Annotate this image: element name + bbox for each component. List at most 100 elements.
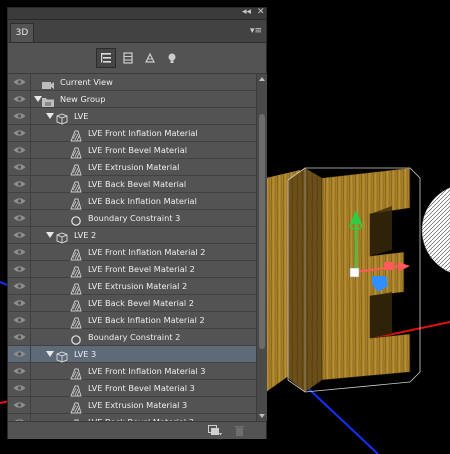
3d-panel: ◂◂ ✕ 3D ▾≡ Current View New Group LVE LV… [7, 7, 267, 439]
layer-row[interactable]: LVE 2 [8, 227, 256, 244]
visibility-eye-icon[interactable] [8, 312, 31, 328]
layer-row[interactable]: LVE 3 [8, 346, 256, 363]
panel-footer [8, 421, 266, 439]
layer-row[interactable]: LVE Extrusion Material [8, 159, 256, 176]
visibility-eye-icon[interactable] [8, 380, 31, 396]
constraint-icon [70, 331, 82, 345]
layer-row[interactable]: LVE Back Inflation Material [8, 193, 256, 210]
layer-label: LVE Extrusion Material 3 [88, 400, 188, 410]
layer-label: Boundary Constraint 2 [88, 332, 181, 342]
material-filter-button[interactable] [140, 48, 160, 68]
tab-3d[interactable]: 3D [10, 23, 34, 42]
material-icon [70, 280, 82, 295]
visibility-eye-icon[interactable] [8, 329, 31, 345]
layer-row[interactable]: LVE Front Bevel Material 3 [8, 380, 256, 397]
mesh-filter-button[interactable] [118, 48, 138, 68]
layer-row[interactable]: LVE Back Bevel Material 3 [8, 414, 256, 421]
layer-row[interactable]: LVE Back Bevel Material [8, 176, 256, 193]
layer-label: LVE Back Inflation Material 2 [88, 315, 205, 325]
visibility-eye-icon[interactable] [8, 142, 31, 158]
panel-menu-button[interactable]: ▾≡ [250, 26, 262, 36]
visibility-eye-icon[interactable] [8, 414, 31, 421]
light-filter-button[interactable] [162, 48, 182, 68]
visibility-eye-icon[interactable] [8, 278, 31, 294]
layer-list-scrollbar[interactable] [256, 74, 267, 421]
visibility-eye-icon[interactable] [8, 91, 31, 107]
layer-label: LVE Front Inflation Material 3 [88, 366, 206, 376]
layer-row[interactable]: New Group [8, 91, 256, 108]
material-icon [70, 297, 82, 312]
visibility-eye-icon[interactable] [8, 227, 31, 243]
mesh-icon [56, 348, 68, 363]
visibility-eye-icon[interactable] [8, 261, 31, 277]
delete-icon[interactable] [234, 425, 245, 436]
scene-filter-icon [101, 53, 111, 63]
layer-label: Current View [60, 77, 113, 87]
layer-label: LVE 2 [74, 230, 97, 240]
layer-label: LVE 3 [74, 349, 97, 359]
layer-label: Boundary Constraint 3 [88, 213, 181, 223]
close-panel-button[interactable]: ✕ [257, 7, 265, 18]
layer-row[interactable]: LVE Extrusion Material 3 [8, 397, 256, 414]
layer-row[interactable]: Current View [8, 74, 256, 91]
filter-toolbar [8, 43, 266, 74]
layer-row[interactable]: LVE Back Inflation Material 2 [8, 312, 256, 329]
layer-label: New Group [60, 94, 106, 104]
panel-titlebar: ◂◂ ✕ [8, 7, 266, 20]
visibility-eye-icon[interactable] [8, 159, 31, 175]
material-icon [70, 161, 82, 176]
mesh-icon [56, 110, 68, 125]
layer-label: LVE Front Bevel Material 2 [88, 264, 195, 274]
layer-row[interactable]: LVE Front Bevel Material 2 [8, 261, 256, 278]
layer-label: LVE Extrusion Material 2 [88, 281, 188, 291]
layer-label: LVE Front Inflation Material 2 [88, 247, 206, 257]
layer-label: LVE Extrusion Material [88, 162, 180, 172]
scroll-down-arrow-icon[interactable] [259, 414, 265, 418]
scene-filter-button[interactable] [96, 48, 116, 68]
material-icon [70, 365, 82, 380]
layer-row[interactable]: Boundary Constraint 2 [8, 329, 256, 346]
layer-label: LVE Back Bevel Material 3 [88, 414, 194, 421]
layer-row[interactable]: LVE Front Bevel Material [8, 142, 256, 159]
visibility-eye-icon[interactable] [8, 397, 31, 413]
light-filter-icon [168, 53, 176, 63]
visibility-eye-icon[interactable] [8, 244, 31, 260]
layer-label: LVE Back Bevel Material [88, 179, 187, 189]
layer-row[interactable]: LVE Back Bevel Material 2 [8, 295, 256, 312]
visibility-eye-icon[interactable] [8, 108, 31, 124]
visibility-eye-icon[interactable] [8, 74, 31, 90]
scroll-up-arrow-icon[interactable] [259, 77, 265, 81]
layer-row[interactable]: Boundary Constraint 3 [8, 210, 256, 227]
material-icon [70, 399, 82, 414]
visibility-eye-icon[interactable] [8, 193, 31, 209]
material-icon [70, 246, 82, 261]
layer-row[interactable]: LVE [8, 108, 256, 125]
material-filter-icon [145, 52, 155, 63]
layer-row[interactable]: LVE Front Inflation Material 2 [8, 244, 256, 261]
visibility-eye-icon[interactable] [8, 125, 31, 141]
expand-triangle-icon[interactable] [34, 96, 42, 102]
expand-triangle-icon[interactable] [46, 232, 54, 238]
layer-list[interactable]: Current View New Group LVE LVE Front Inflat… [8, 74, 256, 421]
visibility-eye-icon[interactable] [8, 210, 31, 226]
visibility-eye-icon[interactable] [8, 295, 31, 311]
constraint-icon [70, 212, 82, 226]
layer-label: LVE Front Inflation Material [88, 128, 198, 138]
visibility-eye-icon[interactable] [8, 346, 31, 362]
panel-tab-bar: 3D ▾≡ [8, 20, 266, 43]
material-icon [70, 178, 82, 193]
visibility-eye-icon[interactable] [8, 176, 31, 192]
material-icon [70, 127, 82, 142]
scrollbar-thumb[interactable] [259, 114, 265, 349]
layer-label: LVE [74, 111, 89, 121]
folder-icon [42, 93, 54, 107]
layer-row[interactable]: LVE Extrusion Material 2 [8, 278, 256, 295]
expand-triangle-icon[interactable] [46, 351, 54, 357]
layer-label: LVE Back Bevel Material 2 [88, 298, 195, 308]
layer-row[interactable]: LVE Front Inflation Material 3 [8, 363, 256, 380]
layer-row[interactable]: LVE Front Inflation Material [8, 125, 256, 142]
expand-triangle-icon[interactable] [46, 113, 54, 119]
visibility-eye-icon[interactable] [8, 363, 31, 379]
add-object-icon[interactable] [208, 425, 222, 436]
collapse-panel-button[interactable]: ◂◂ [242, 7, 251, 18]
